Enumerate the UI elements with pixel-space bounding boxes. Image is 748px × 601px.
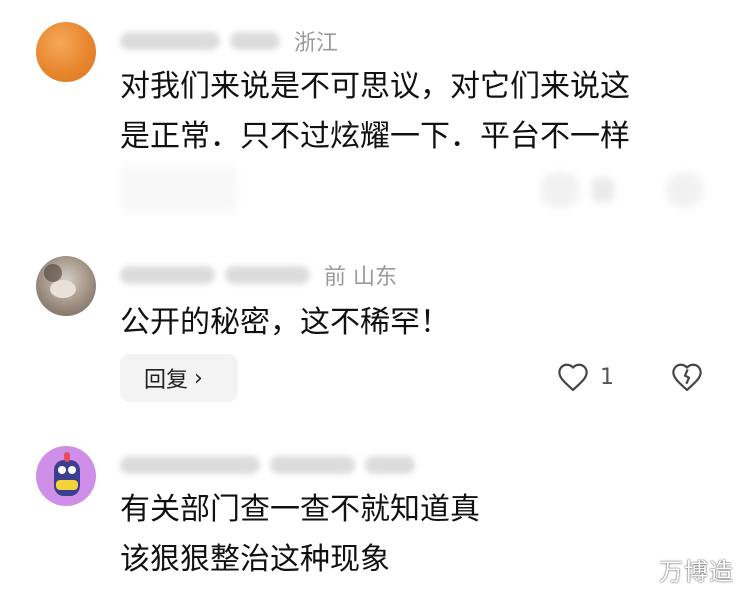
- timestamp-blurred: [225, 266, 310, 284]
- comment-text: 对我们来说是不可思议，对它们来说这 是正常．只不过炫耀一下．平台不一样: [120, 62, 630, 162]
- comment-line: 对我们来说是不可思议，对它们来说这: [120, 69, 630, 104]
- comment-line: 有关部门查一查不就知道真: [120, 492, 480, 527]
- like-icon[interactable]: [540, 172, 580, 208]
- comment-3: 有关部门查一查不就知道真 该狠狠整治这种现象: [0, 430, 748, 601]
- dislike-button[interactable]: [670, 362, 704, 396]
- avatar[interactable]: [36, 446, 96, 506]
- comment-line: 该狠狠整治这种现象: [120, 542, 390, 577]
- comment-meta: 浙江: [120, 26, 338, 56]
- avatar[interactable]: [36, 256, 96, 316]
- like-count: 1: [600, 364, 614, 390]
- username-blurred: [120, 456, 260, 474]
- timestamp-blurred: [230, 32, 280, 50]
- reply-button[interactable]: 回复 ›: [120, 354, 238, 402]
- comment-line: 公开的秘密，这不稀罕！: [120, 305, 450, 340]
- broken-heart-icon: [672, 363, 702, 392]
- like-count-blurred: [592, 178, 614, 202]
- chevron-right-icon: ›: [194, 365, 203, 391]
- location-label: 浙江: [294, 31, 339, 56]
- watermark: 万博造: [659, 558, 734, 586]
- comment-meta: 前 山东: [120, 260, 397, 290]
- username-blurred: [120, 32, 220, 50]
- comment-meta: [120, 450, 425, 480]
- timestamp-blurred: [270, 456, 355, 474]
- avatar[interactable]: [36, 22, 96, 82]
- username-blurred: [120, 266, 215, 284]
- comment-2: 前 山东 公开的秘密，这不稀罕！ 回复 › 1: [0, 230, 748, 430]
- reply-button[interactable]: [120, 165, 238, 213]
- heart-icon: [558, 363, 588, 392]
- location-blurred: [365, 456, 415, 474]
- comment-line: 是正常．只不过炫耀一下．平台不一样: [120, 119, 630, 154]
- reply-label: 回复: [144, 368, 189, 393]
- location-label: 前 山东: [324, 265, 397, 290]
- comment-text: 公开的秘密，这不稀罕！: [120, 298, 450, 348]
- like-button[interactable]: 1: [556, 362, 614, 392]
- comment-1: 浙江 对我们来说是不可思议，对它们来说这 是正常．只不过炫耀一下．平台不一样: [0, 0, 748, 230]
- comment-text: 有关部门查一查不就知道真 该狠狠整治这种现象: [120, 485, 480, 585]
- dislike-icon[interactable]: [666, 172, 704, 208]
